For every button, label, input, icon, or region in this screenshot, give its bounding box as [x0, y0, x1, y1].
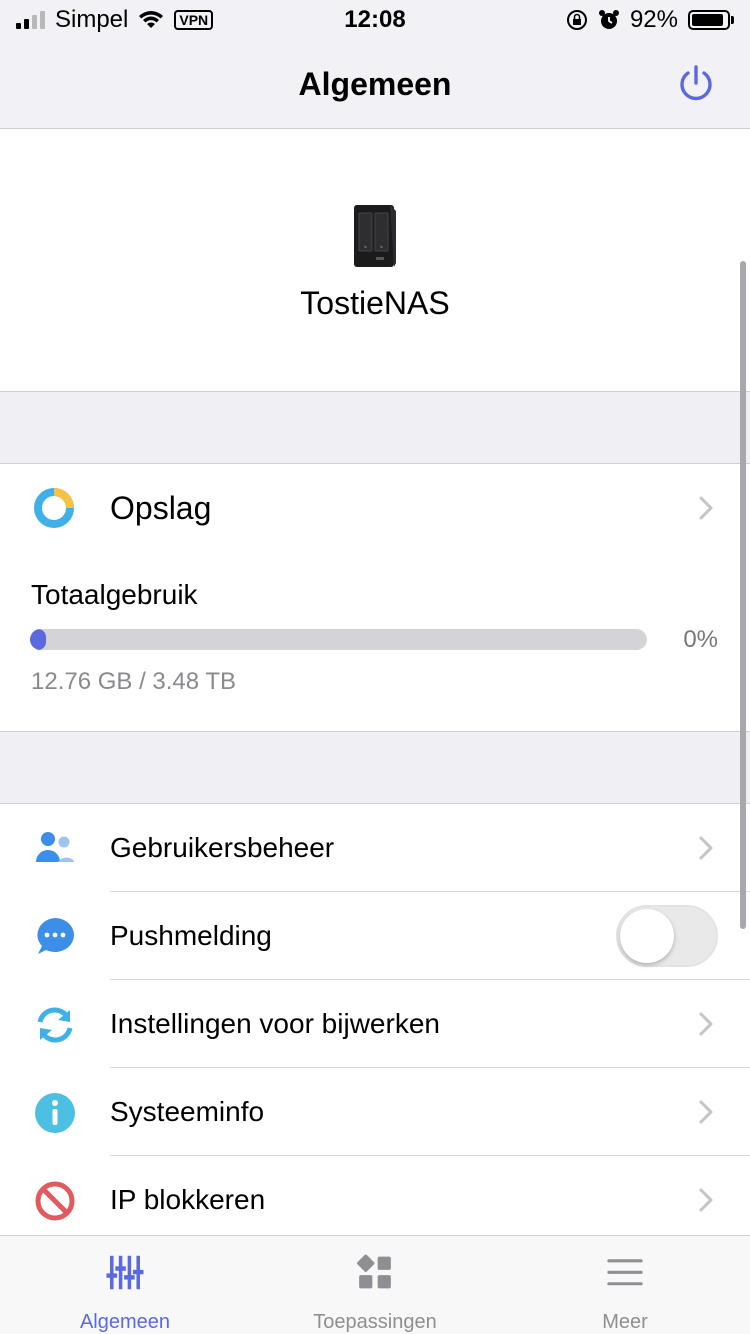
- chevron-right-icon: [699, 1100, 713, 1124]
- info-icon: [35, 1093, 75, 1133]
- storage-row[interactable]: Opslag: [0, 464, 750, 552]
- carrier-name: Simpel: [55, 6, 129, 33]
- block-icon: [35, 1181, 75, 1221]
- vpn-badge: VPN: [174, 10, 214, 30]
- list-item-pushmelding: Pushmelding: [0, 892, 750, 980]
- list-item-systeeminfo[interactable]: Systeeminfo: [0, 1068, 750, 1156]
- usage-percent: 0%: [683, 626, 718, 653]
- refresh-icon: [37, 1007, 73, 1043]
- list-item-ip-blokkeren[interactable]: IP blokkeren: [0, 1156, 750, 1235]
- usage-title: Totaalgebruik: [31, 579, 198, 610]
- list-item-gebruikersbeheer[interactable]: Gebruikersbeheer: [0, 804, 750, 892]
- toggle-knob: [620, 909, 674, 963]
- chevron-right-icon: [699, 1188, 713, 1212]
- scrollbar[interactable]: [740, 261, 746, 929]
- section-gap: [0, 732, 750, 803]
- alarm-icon: [598, 10, 619, 29]
- status-left: Simpel VPN: [16, 6, 214, 34]
- chevron-right-icon: [699, 1012, 713, 1036]
- list-item-label: Gebruikersbeheer: [110, 832, 335, 863]
- device-name: TostieNAS: [300, 285, 450, 321]
- chat-bubble-icon: [37, 918, 74, 954]
- tab-label: Algemeen: [79, 1311, 171, 1333]
- storage-progress-fill: [30, 629, 46, 650]
- storage-label: Opslag: [110, 489, 212, 526]
- status-right: 92%: [566, 6, 734, 34]
- usage-text: 12.76 GB / 3.48 TB: [31, 668, 237, 695]
- battery-percent: 92%: [629, 6, 678, 33]
- chevron-right-icon: [699, 836, 713, 860]
- tab-label: Meer: [602, 1311, 648, 1333]
- main-content[interactable]: TostieNAS Opslag Totaalgebruik 0% 12.76 …: [0, 129, 750, 1235]
- power-icon[interactable]: [676, 64, 716, 104]
- apps-icon: [357, 1254, 391, 1289]
- list-item-label: Systeeminfo: [110, 1096, 265, 1127]
- tab-toepassingen[interactable]: Toepassingen: [250, 1236, 500, 1334]
- battery-icon: [688, 10, 734, 30]
- status-bar: Simpel VPN 12:08 92%: [0, 0, 750, 40]
- rotation-lock-icon: [566, 10, 587, 30]
- sliders-icon: [106, 1255, 144, 1290]
- wifi-icon: [139, 11, 164, 28]
- signal-icon: [16, 11, 45, 29]
- section-gap: [0, 392, 750, 463]
- tab-label: Toepassingen: [313, 1311, 437, 1333]
- list-item-update-settings[interactable]: Instellingen voor bijwerken: [0, 980, 750, 1068]
- list-item-label: Pushmelding: [110, 920, 272, 951]
- navigation-bar: Algemeen: [0, 40, 750, 129]
- list-item-label: Instellingen voor bijwerken: [110, 1008, 440, 1039]
- storage-donut-icon: [34, 488, 74, 528]
- page-title: Algemeen: [298, 65, 452, 102]
- device-card: TostieNAS: [0, 129, 750, 392]
- tab-algemeen[interactable]: Algemeen: [0, 1236, 250, 1334]
- storage-progress-bar: [30, 629, 647, 650]
- tab-meer[interactable]: Meer: [500, 1236, 750, 1334]
- storage-card: Opslag Totaalgebruik 0% 12.76 GB / 3.48 …: [0, 463, 750, 732]
- tab-bar: Algemeen Toepassingen Meer: [0, 1235, 750, 1334]
- nas-icon: [354, 205, 396, 267]
- list-item-label: IP blokkeren: [110, 1184, 266, 1215]
- push-notification-toggle[interactable]: [616, 905, 718, 967]
- users-icon: [36, 832, 74, 862]
- settings-list: Gebruikersbeheer Pushmelding Instellinge: [0, 803, 750, 1235]
- menu-icon: [607, 1259, 643, 1286]
- chevron-right-icon: [699, 496, 713, 520]
